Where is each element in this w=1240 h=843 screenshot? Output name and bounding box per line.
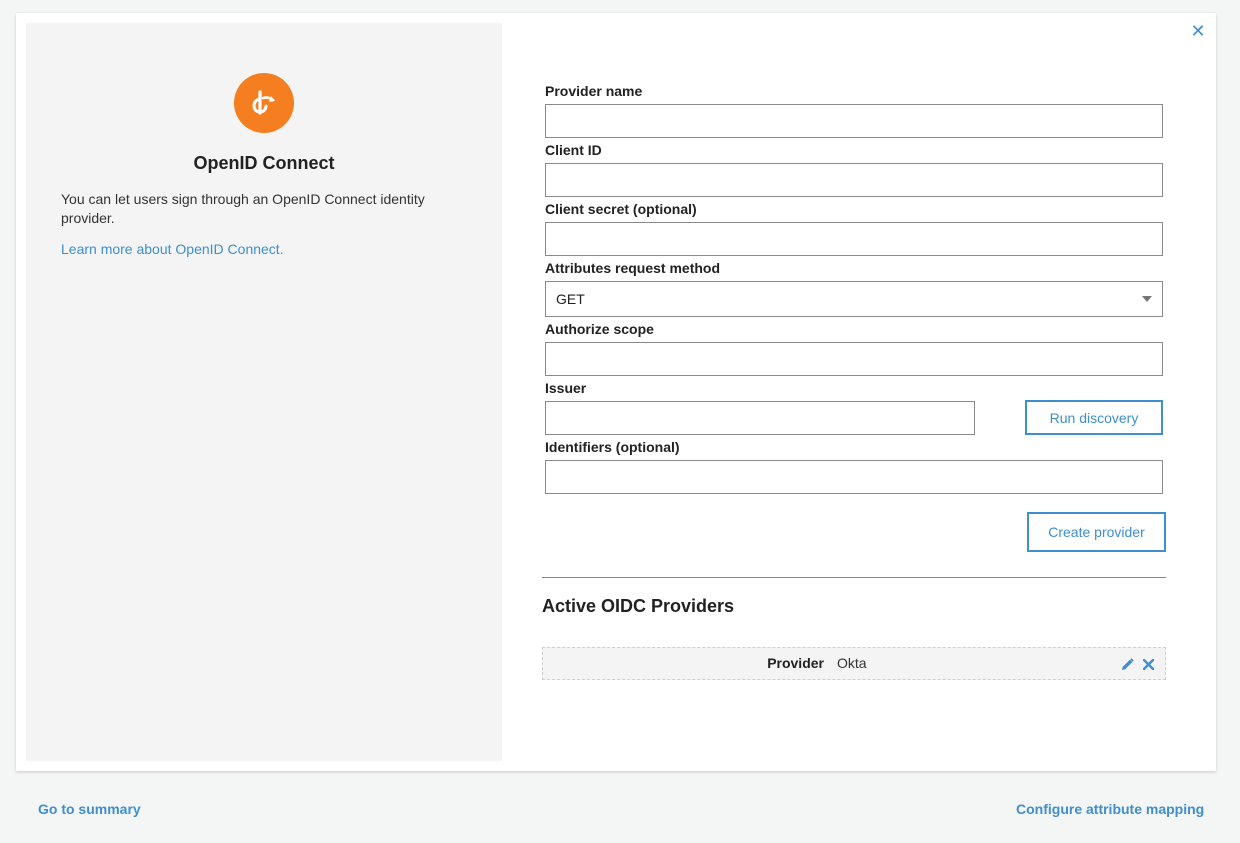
identifiers-label: Identifiers (optional): [545, 439, 680, 455]
intro-title: OpenID Connect: [193, 153, 335, 173]
chevron-down-icon: [1142, 296, 1152, 302]
run-discovery-button[interactable]: Run discovery: [1025, 400, 1163, 435]
attributes-method-select[interactable]: GET: [545, 281, 1163, 317]
configure-attribute-mapping-link[interactable]: Configure attribute mapping: [1016, 801, 1204, 817]
active-providers-title: Active OIDC Providers: [542, 596, 735, 616]
client-secret-label: Client secret (optional): [545, 201, 697, 217]
client-secret-input[interactable]: [545, 222, 1163, 256]
section-divider: [542, 577, 1166, 578]
client-id-label: Client ID: [545, 142, 602, 158]
attributes-method-value: GET: [556, 291, 585, 307]
provider-value: Okta: [837, 655, 867, 671]
close-icon[interactable]: ✕: [1190, 21, 1206, 41]
pencil-icon[interactable]: [1120, 657, 1134, 671]
authorize-scope-label: Authorize scope: [545, 321, 654, 337]
intro-panel: OpenID Connect You can let users sign th…: [26, 23, 502, 761]
create-provider-button[interactable]: Create provider: [1027, 512, 1166, 552]
go-to-summary-link[interactable]: Go to summary: [38, 801, 141, 817]
provider-name-label: Provider name: [545, 83, 643, 99]
client-id-input[interactable]: [545, 163, 1163, 197]
provider-key: Provider: [767, 655, 824, 671]
issuer-label: Issuer: [545, 380, 587, 396]
provider-name-input[interactable]: [545, 104, 1163, 138]
setup-card: OpenID Connect You can let users sign th…: [16, 13, 1216, 771]
learn-more-link[interactable]: Learn more about OpenID Connect.: [61, 241, 284, 257]
issuer-input[interactable]: [545, 401, 975, 435]
openid-logo-icon: [234, 73, 294, 133]
identifiers-input[interactable]: [545, 460, 1163, 494]
table-row: Provider Okta: [542, 647, 1166, 680]
attributes-method-label: Attributes request method: [545, 260, 721, 276]
delete-icon[interactable]: [1141, 657, 1155, 671]
authorize-scope-input[interactable]: [545, 342, 1163, 376]
intro-description: You can let users sign through an OpenID…: [61, 191, 425, 226]
